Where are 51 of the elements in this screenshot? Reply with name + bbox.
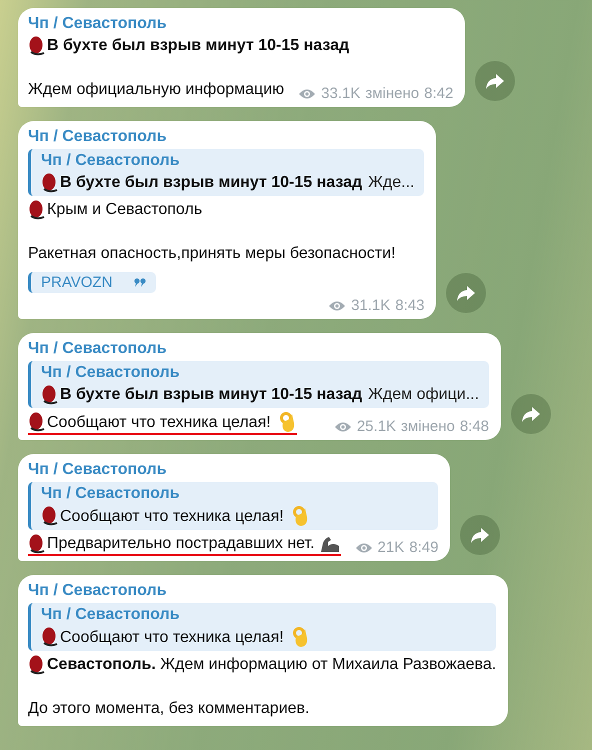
share-arrow-icon [471, 528, 490, 542]
message-text: До этого момента, без комментариев. [28, 699, 310, 719]
share-arrow-icon [522, 406, 540, 422]
channel-name[interactable]: Чп / Севастополь [28, 339, 490, 359]
message-time: 8:42 [424, 85, 454, 102]
message-text: Предварительно пострадавших нет. [47, 534, 315, 554]
views-icon [354, 542, 373, 554]
channel-name[interactable]: Чп / Севастополь [28, 127, 424, 147]
view-count: 25.1K [356, 418, 396, 435]
reply-text: В бухте был взрыв минут 10-15 назад [60, 173, 362, 193]
reply-quote[interactable]: Чп / Севастополь В бухте был взрыв минут 10-15 назад Ждем офици... [28, 361, 490, 408]
reply-preview: Ждем офици... [368, 385, 480, 405]
reply-sender: Чп / Севастополь [41, 484, 181, 504]
forward-button[interactable] [511, 394, 552, 434]
message-text: Ракетная опасность,принять меры безопасности! [28, 244, 396, 264]
reply-quote[interactable]: Чп / Севастополь Сообщают что техника целая! [28, 603, 496, 651]
message-text: Ждем официальную информацию [28, 80, 284, 100]
reply-text: В бухте был взрыв минут 10-15 назад [60, 385, 362, 405]
view-count: 31.1K [351, 297, 390, 314]
share-arrow-icon [457, 286, 476, 300]
reply-sender: Чп / Севастополь [41, 363, 181, 383]
message-text: В бухте был взрыв минут 10-15 назад [47, 36, 350, 56]
edited-label: змінено [401, 418, 455, 435]
channel-name[interactable]: Чп / Севастополь [28, 14, 454, 34]
views-icon [298, 88, 316, 100]
view-count: 21K [378, 539, 404, 556]
reply-quote[interactable]: Чп / Севастополь Сообщают что техника целая! [28, 482, 438, 530]
forward-button[interactable] [446, 273, 486, 313]
message-text: Крым и Севастополь [47, 200, 202, 220]
message-time: 8:48 [460, 418, 490, 435]
forward-button[interactable] [475, 61, 516, 101]
reply-preview: Жде... [368, 173, 414, 193]
message-time: 8:43 [395, 297, 424, 314]
views-icon [334, 420, 352, 432]
reply-sender: Чп / Севастополь [41, 151, 181, 171]
signature-tag[interactable]: PRAVOZN [28, 272, 156, 293]
channel-name[interactable]: Чп / Севастополь [28, 460, 438, 480]
message-time: 8:49 [409, 539, 438, 556]
edited-label: змінено [365, 85, 420, 102]
message-text: Севастополь. Ждем информацию от Михаила Развожаева. [47, 655, 496, 675]
reply-text: Сообщают что техника целая! [60, 506, 284, 526]
share-arrow-icon [486, 74, 504, 88]
reply-quote[interactable]: Чп / Севастополь В бухте был взрыв минут 10-15 назад Жде... [28, 149, 424, 196]
forward-button[interactable] [460, 515, 500, 555]
quote-icon [134, 278, 146, 287]
reply-sender: Чп / Севастополь [41, 605, 181, 625]
view-count: 33.1K [321, 85, 360, 102]
message-text: Сообщают что техника целая! [47, 412, 271, 432]
channel-name[interactable]: Чп / Севастополь [28, 581, 496, 601]
reply-text: Сообщают что техника целая! [60, 628, 284, 648]
views-icon [328, 300, 346, 312]
